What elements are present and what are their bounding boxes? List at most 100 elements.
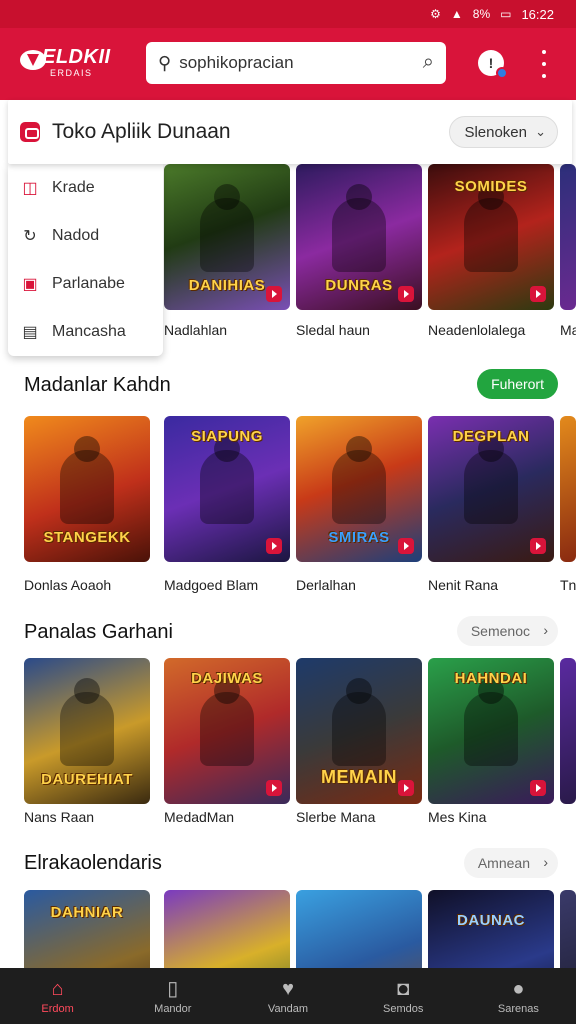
game-logo-text: DAUREHIAT [41,771,133,788]
store-title: Toko Apliik Dunaan [52,120,231,143]
game-hero-art [464,184,518,272]
game-card[interactable]: SOMIDES [428,164,554,310]
game-art [560,658,576,804]
nav-label: Vandam [267,1002,309,1015]
search-icon: ⚲ [158,52,172,73]
nav-item-home[interactable]: ⌂ Erdom [0,968,115,1024]
game-card[interactable]: DANIHIAS [164,164,290,310]
menu-item-label: Parlanabe [52,275,125,292]
section-action-button[interactable]: Semenoc › [456,616,558,646]
game-hero-art [200,436,254,524]
logo-subtext: ERDAIS [50,68,93,78]
shield-icon: ♥ [282,977,294,1000]
more-options-icon[interactable] [536,50,552,78]
game-logo-text: SIAPUNG [191,428,263,445]
gamepad-icon: ◘ [397,977,410,1000]
game-title: Mes Kina [428,809,487,825]
game-logo-text: DEGPLAN [452,428,530,445]
game-hero-art [60,678,114,766]
game-card[interactable]: HAHNDAI [428,658,554,804]
play-badge-icon [398,286,414,302]
status-bar: ⚙ ▲ 8% ▭ 16:22 [0,0,576,28]
store-selector[interactable]: Slenoken ⌄ [449,116,558,148]
game-title: Nadlahlan [164,322,228,338]
play-badge-icon [266,538,282,554]
game-title: Tn [560,577,576,593]
game-logo-text: DAUNAC [457,912,525,929]
menu-item-parlanabe[interactable]: ▣ Parlanabe [8,260,163,308]
chevron-down-icon: ⌄ [535,124,546,139]
nav-label: Sarenas [497,1002,539,1015]
menu-item-label: Mancasha [52,323,126,340]
battery-icon: ▭ [500,7,512,21]
game-hero-art [332,436,386,524]
app-bar: ELDKII ERDAIS ⚲ ⌕ ! [0,28,576,100]
game-title: Donlas Aoaoh [24,577,112,593]
game-title: Derlalhan [296,577,356,593]
game-title: Slerbe Mana [296,809,376,825]
game-hero-art [464,436,518,524]
game-logo-text: DAHNIAR [50,904,124,921]
game-hero-art [200,184,254,272]
game-card[interactable]: SIAPUNG [164,416,290,562]
battery-text: 8% [472,7,491,21]
chevron-right-icon: › [543,854,548,870]
game-card[interactable] [560,658,576,804]
search-bar[interactable]: ⚲ ⌕ [146,42,446,84]
game-card[interactable] [560,416,576,562]
nav-item-bookmarks[interactable]: ▯ Mandor [115,968,230,1024]
game-title: Madgoed Blam [164,577,259,593]
bookmark-icon: ▯ [167,977,179,1000]
game-title: Sledal haun [296,322,370,338]
section-title: Panalas Garhani [24,621,173,643]
game-art [560,416,576,562]
game-title: Ma [560,322,576,338]
category-menu: ◫ Krade ↻ Nadod ▣ Parlanabe ▤ Mancasha [8,164,163,356]
nav-item-shield[interactable]: ♥ Vandam [230,968,345,1024]
game-card[interactable]: DAJIWAS [164,658,290,804]
app-logo[interactable]: ELDKII ERDAIS [20,40,120,84]
play-badge-icon [530,780,546,796]
section-title: Elrakaolendaris [24,852,162,874]
account-icon[interactable]: ! [478,50,508,79]
bottom-navigation: ⌂ Erdom ▯ Mandor ♥ Vandam ◘ Semdos ● Sar… [0,968,576,1024]
section-action-label: Amnean [477,855,530,871]
game-logo-text: SOMIDES [454,178,528,195]
game-card[interactable] [560,164,576,310]
game-hero-art [60,436,114,524]
game-card[interactable]: DUNRAS [296,164,422,310]
account-badge [496,67,508,79]
play-badge-icon [266,286,282,302]
game-card[interactable]: MEMAIN [296,658,422,804]
menu-item-nadod[interactable]: ↻ Nadod [8,212,163,260]
menu-item-label: Krade [52,179,95,196]
menu-item-krade[interactable]: ◫ Krade [8,164,163,212]
section-action-button[interactable]: Amnean › [463,848,558,878]
store-icon [20,122,40,142]
game-card[interactable]: SMIRAS [296,416,422,562]
game-card[interactable]: STANGEKK [24,416,150,562]
play-badge-icon [530,538,546,554]
play-badge-icon [398,538,414,554]
home-icon: ⌂ [51,977,64,1000]
menu-item-mancasha[interactable]: ▤ Mancasha [8,308,163,356]
clock: 16:22 [521,6,554,22]
nav-label: Semdos [383,1002,424,1015]
search-submit-icon[interactable]: ⌕ [423,51,434,74]
game-title: Nenit Rana [428,577,499,593]
game-hero-art [332,678,386,766]
nav-item-games[interactable]: ◘ Semdos [346,968,461,1024]
play-badge-icon [530,286,546,302]
section-action-button[interactable]: Fuherort [477,369,558,399]
game-card[interactable]: DAUREHIAT [24,658,150,804]
game-hero-art [200,678,254,766]
game-card[interactable]: DEGPLAN [428,416,554,562]
search-input[interactable] [179,53,400,73]
refresh-icon: ↻ [23,228,37,245]
nav-item-profile[interactable]: ● Sarenas [461,968,576,1024]
signal-icon: ▲ [450,7,463,21]
store-header: Toko Apliik Dunaan Slenoken ⌄ [8,100,572,164]
play-badge-icon [398,780,414,796]
nav-label: Mandor [154,1002,192,1015]
game-title: Neadenlolalega [428,322,526,338]
